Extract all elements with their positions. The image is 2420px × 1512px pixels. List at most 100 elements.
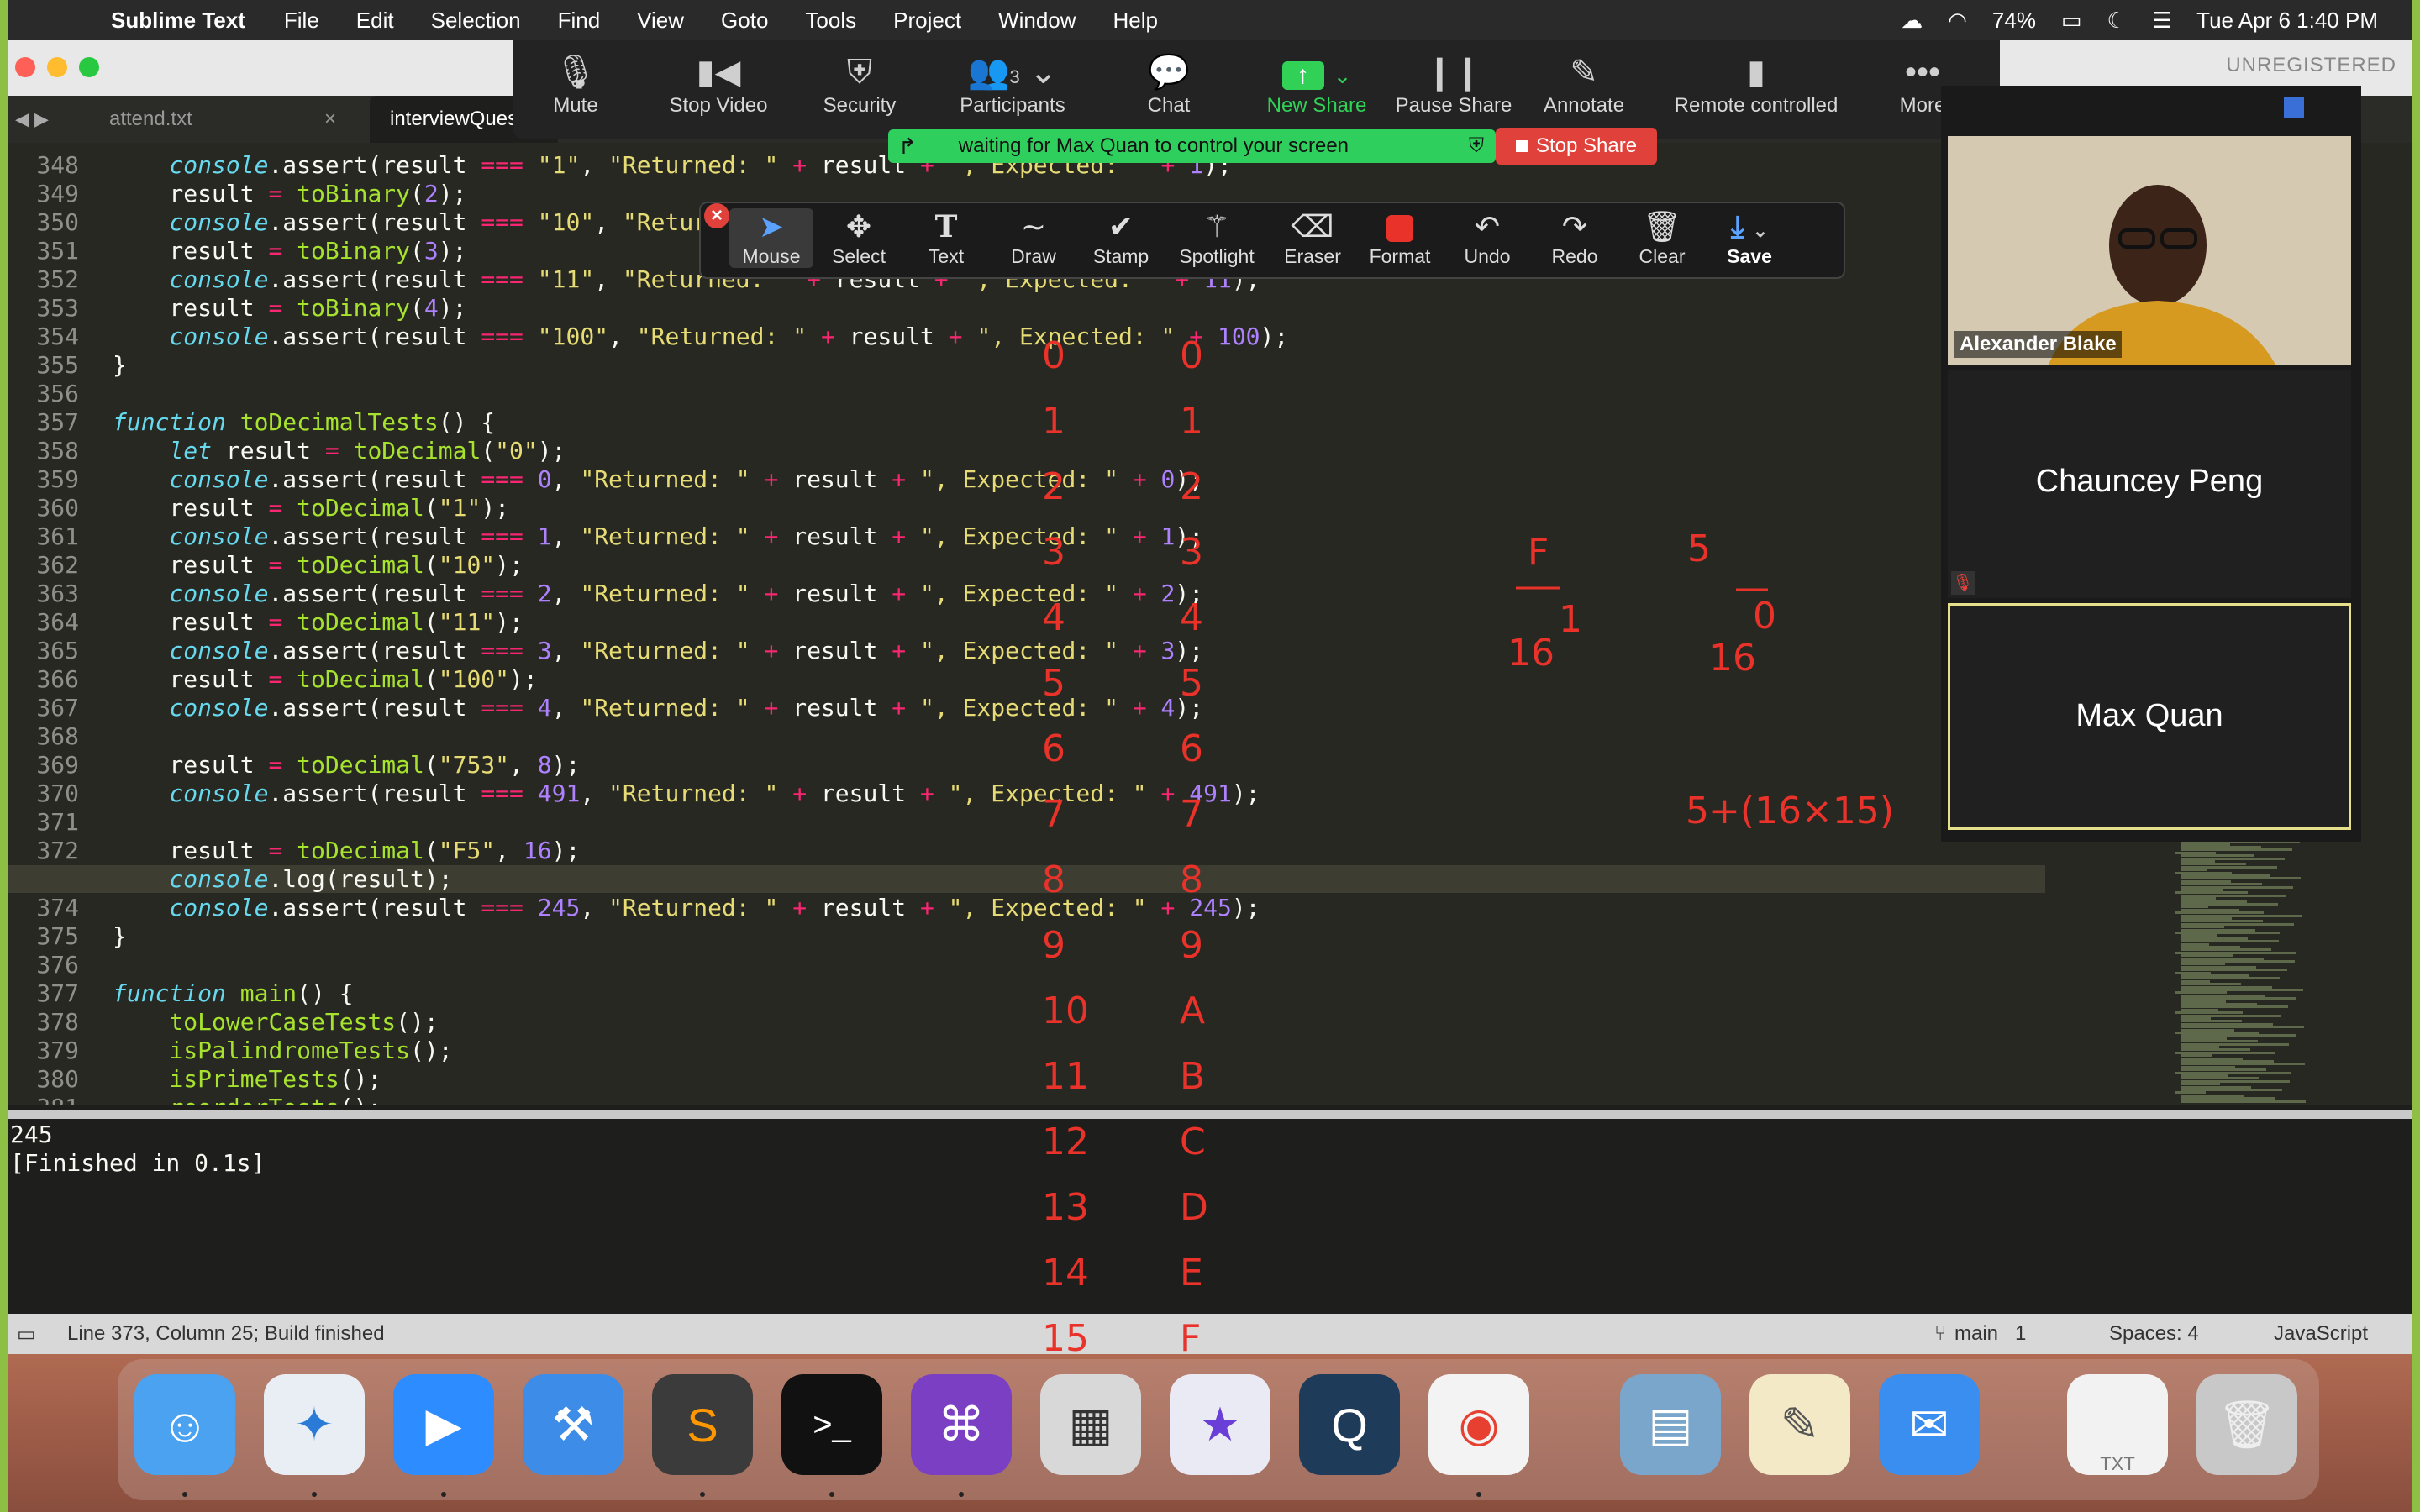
code-line[interactable]: result = toDecimal("F5", 16);: [113, 837, 580, 864]
textedit-icon[interactable]: ✎: [1749, 1374, 1850, 1475]
code-line[interactable]: result = toBinary(3);: [113, 237, 466, 265]
code-line[interactable]: result = toDecimal("1");: [113, 494, 509, 522]
stop-share-button[interactable]: Stop Share: [1496, 128, 1657, 165]
tab-nav-arrows[interactable]: ◀ ▶: [15, 96, 49, 143]
code-line[interactable]: console.assert(result === 4, "Returned: …: [113, 694, 1203, 722]
menu-file[interactable]: File: [284, 8, 319, 34]
participant-tile-max[interactable]: Max Quan: [1948, 603, 2351, 830]
wifi-icon[interactable]: ◠: [1948, 8, 1967, 34]
xcode-icon[interactable]: ⚒: [523, 1374, 623, 1475]
stop-video-button[interactable]: ▮◀ Stop Video: [639, 50, 798, 118]
code-line[interactable]: result = toDecimal("100");: [113, 665, 537, 693]
menu-goto[interactable]: Goto: [721, 8, 768, 34]
annotate-text-tool[interactable]: T Text: [904, 208, 988, 268]
annotate-format-tool[interactable]: Format: [1358, 208, 1442, 268]
participants-button[interactable]: 👥3 ⌄ Participants: [933, 50, 1092, 118]
build-output-panel[interactable]: 245 [Finished in 0.1s]: [8, 1110, 2412, 1314]
txt-file-icon[interactable]: TXT: [2067, 1374, 2168, 1475]
annotate-button[interactable]: ✎ Annotate: [1521, 50, 1647, 118]
moon-icon[interactable]: ☾: [2107, 8, 2127, 34]
annotate-save-button[interactable]: ⤓ ⌄ Save: [1707, 208, 1791, 268]
terminal-icon[interactable]: >_: [781, 1374, 882, 1475]
github-desktop-icon[interactable]: ⌘: [911, 1374, 1012, 1475]
battery-percent[interactable]: 74%: [1992, 8, 2036, 34]
new-share-button[interactable]: ↑ ⌄ New Share: [1254, 50, 1380, 118]
layout-icon[interactable]: [2284, 97, 2304, 118]
remote-controlled-button[interactable]: ▮ Remote controlled: [1672, 50, 1840, 118]
trash-icon[interactable]: 🗑: [2196, 1374, 2297, 1475]
code-line[interactable]: console.assert(result === 0, "Returned: …: [113, 465, 1203, 493]
pause-share-button[interactable]: ❙❙ Pause Share: [1391, 50, 1517, 118]
annotation-close-icon[interactable]: ×: [704, 203, 729, 228]
menu-edit[interactable]: Edit: [356, 8, 394, 34]
finder-icon[interactable]: ☺: [134, 1374, 235, 1475]
code-line[interactable]: result = toDecimal("11");: [113, 608, 523, 636]
code-line[interactable]: }: [113, 922, 127, 950]
video-layout-icons[interactable]: [2015, 97, 2304, 118]
zoom-app-icon[interactable]: ▶: [393, 1374, 494, 1475]
safari-icon[interactable]: ✦: [264, 1374, 365, 1475]
code-line[interactable]: isPalindromeTests();: [113, 1037, 452, 1064]
imovie-icon[interactable]: ★: [1170, 1374, 1270, 1475]
code-lines[interactable]: console.assert(result === "1", "Returned…: [8, 143, 2045, 1105]
panel-toggle-icon[interactable]: ▭: [17, 1322, 36, 1347]
cloud-upload-icon[interactable]: ☁: [1901, 8, 1923, 34]
code-line[interactable]: console.assert(result === 491, "Returned…: [113, 780, 1260, 807]
control-center-icon[interactable]: ☰: [2152, 8, 2171, 34]
code-minimap[interactable]: [2175, 832, 2351, 1109]
chrome-icon[interactable]: ◉: [1428, 1374, 1529, 1475]
participant-video-alexander[interactable]: Alexander Blake: [1948, 136, 2351, 365]
code-line[interactable]: result = toBinary(2);: [113, 180, 466, 207]
menu-clock[interactable]: Tue Apr 6 1:40 PM: [2196, 8, 2378, 34]
code-line[interactable]: console.assert(result === 2, "Returned: …: [113, 580, 1203, 607]
code-line[interactable]: isPrimeTests();: [113, 1065, 381, 1093]
code-line[interactable]: result = toBinary(4);: [113, 294, 466, 322]
code-line[interactable]: result = toDecimal("753", 8);: [113, 751, 580, 779]
syntax-setting[interactable]: JavaScript: [2274, 1322, 2368, 1346]
sublime-text-icon[interactable]: S: [652, 1374, 753, 1475]
preview-icon[interactable]: ▤: [1620, 1374, 1721, 1475]
tab-close-icon[interactable]: ×: [324, 108, 336, 131]
annotate-draw-tool[interactable]: ∼ Draw: [992, 208, 1076, 268]
code-line[interactable]: console.assert(result === 3, "Returned: …: [113, 637, 1203, 664]
code-line[interactable]: reorderTests();: [113, 1094, 381, 1105]
chat-button[interactable]: 💬 Chat: [1106, 50, 1232, 118]
code-line[interactable]: console.assert(result === 1, "Returned: …: [113, 522, 1203, 550]
code-line[interactable]: toLowerCaseTests();: [113, 1008, 438, 1036]
annotate-redo-button[interactable]: ↷ Redo: [1533, 208, 1617, 268]
tab-attend[interactable]: attend.txt ×: [109, 96, 345, 143]
code-line[interactable]: }: [113, 351, 127, 379]
menu-find[interactable]: Find: [558, 8, 601, 34]
git-branch-name[interactable]: main: [1954, 1322, 1998, 1346]
annotate-stamp-tool[interactable]: ✔ Stamp: [1079, 208, 1163, 268]
annotate-mouse-tool[interactable]: ➤ Mouse: [729, 208, 813, 268]
menu-window[interactable]: Window: [998, 8, 1076, 34]
security-button[interactable]: ⛨ Security: [797, 50, 923, 118]
code-line[interactable]: console.assert(result === "100", "Return…: [113, 323, 1288, 350]
code-line[interactable]: let result = toDecimal("0");: [113, 437, 566, 465]
quicktime-icon[interactable]: Q: [1299, 1374, 1400, 1475]
participant-tile-chauncey[interactable]: Chauncey Peng 🎙: [1948, 370, 2351, 598]
menu-selection[interactable]: Selection: [431, 8, 521, 34]
menu-project[interactable]: Project: [893, 8, 961, 34]
code-line[interactable]: function main() {: [113, 979, 354, 1007]
annotate-eraser-tool[interactable]: ⌫ Eraser: [1270, 208, 1355, 268]
code-line[interactable]: console.log(result);: [8, 865, 2045, 893]
menu-tools[interactable]: Tools: [805, 8, 856, 34]
code-line[interactable]: console.assert(result === 245, "Returned…: [113, 894, 1260, 921]
zoom-window-button[interactable]: [79, 57, 99, 77]
annotate-spotlight-tool[interactable]: ⚚ Spotlight: [1166, 208, 1267, 268]
annotate-select-tool[interactable]: ✥ Select: [817, 208, 901, 268]
mail-icon[interactable]: ✉: [1879, 1374, 1980, 1475]
code-line[interactable]: function toDecimalTests() {: [113, 408, 495, 436]
minimize-window-button[interactable]: [47, 57, 67, 77]
annotate-undo-button[interactable]: ↶ Undo: [1445, 208, 1529, 268]
indentation-setting[interactable]: Spaces: 4: [2109, 1322, 2199, 1346]
annotate-clear-button[interactable]: 🗑 Clear: [1620, 208, 1704, 268]
code-line[interactable]: result = toDecimal("10");: [113, 551, 523, 579]
calculator-icon[interactable]: ▦: [1040, 1374, 1141, 1475]
mute-options-chevron-icon[interactable]: ⌄: [563, 66, 597, 90]
close-window-button[interactable]: [15, 57, 35, 77]
menu-help[interactable]: Help: [1113, 8, 1158, 34]
menu-app-name[interactable]: Sublime Text: [111, 8, 245, 34]
